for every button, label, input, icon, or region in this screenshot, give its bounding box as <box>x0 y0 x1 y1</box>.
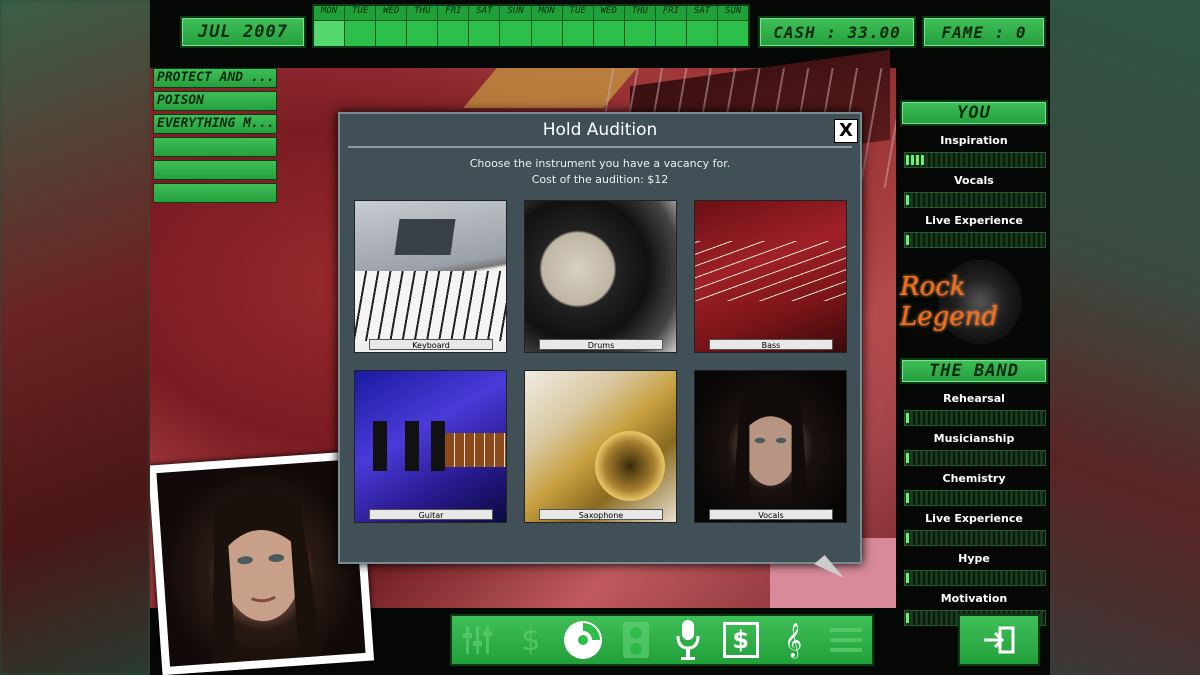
song-slot[interactable]: POISON <box>153 91 277 111</box>
instrument-grid: Keyboard Drums Bass Guitar Saxophone Voc… <box>354 200 847 523</box>
stat-label: Vocals <box>954 174 994 187</box>
instrument-drums[interactable]: Drums <box>524 200 677 353</box>
money-icon[interactable]: $ <box>508 618 554 662</box>
instruction-text: Choose the instrument you have a vacancy… <box>469 157 731 170</box>
week-calendar: MON TUE WED THU FRI SAT SUN MON TUE WED … <box>312 4 750 48</box>
stat-label: Live Experience <box>925 512 1023 525</box>
rock-legend-logo: Rock Legend <box>900 254 1048 350</box>
you-header: YOU <box>900 100 1048 126</box>
game-screen: JUL 2007 MON TUE WED THU FRI SAT SUN MON… <box>150 0 1050 675</box>
list-icon[interactable] <box>823 618 869 662</box>
stat-label: Live Experience <box>925 214 1023 227</box>
stat-label: Rehearsal <box>943 392 1005 405</box>
band-header: THE BAND <box>900 358 1048 384</box>
calendar-day[interactable]: THU <box>407 6 439 46</box>
exit-icon <box>984 626 1015 654</box>
stat-meter <box>904 570 1046 586</box>
song-list: PROTECT AND ... POISON EVERYTHING M... <box>153 68 277 206</box>
speaker-icon[interactable] <box>613 618 659 662</box>
stat-meter-fill <box>906 155 924 165</box>
divider <box>348 146 852 148</box>
song-slot[interactable]: PROTECT AND ... <box>153 68 277 88</box>
treble-clef-icon[interactable]: 𝄞 <box>770 618 816 662</box>
calendar-day[interactable]: MON <box>531 6 563 46</box>
instrument-saxophone[interactable]: Saxophone <box>524 370 677 523</box>
song-slot[interactable] <box>153 183 277 203</box>
song-slot[interactable] <box>153 137 277 157</box>
stat-meter-fill <box>906 573 909 583</box>
instrument-label: Vocals <box>709 509 833 520</box>
stat-meter-fill <box>906 613 909 623</box>
stat-meter <box>904 232 1046 248</box>
cd-icon[interactable] <box>560 618 606 662</box>
dialog-instructions: Choose the instrument you have a vacancy… <box>340 156 860 188</box>
instrument-label: Guitar <box>369 509 493 520</box>
calendar-day[interactable]: THU <box>624 6 656 46</box>
instrument-label: Bass <box>709 339 833 350</box>
right-panel: YOU Inspiration Vocals Live Experience Roc… <box>900 100 1048 632</box>
cash-register-icon[interactable]: $ <box>718 618 764 662</box>
calendar-day[interactable]: MON <box>314 6 346 46</box>
stat-meter-fill <box>906 235 909 245</box>
calendar-day[interactable]: FRI <box>438 6 470 46</box>
stat-meter-fill <box>906 413 909 423</box>
stat-label: Chemistry <box>942 472 1006 485</box>
calendar-day[interactable]: SUN <box>500 6 532 46</box>
song-slot[interactable]: EVERYTHING M... <box>153 114 277 134</box>
background-blur-right <box>1050 0 1200 675</box>
stat-meter-fill <box>906 453 909 463</box>
instrument-label: Drums <box>539 339 663 350</box>
instrument-vocals[interactable]: Vocals <box>694 370 847 523</box>
player-photo <box>156 459 366 667</box>
instrument-guitar[interactable]: Guitar <box>354 370 507 523</box>
song-slot[interactable] <box>153 160 277 180</box>
hold-audition-dialog: Hold Audition X Choose the instrument yo… <box>338 112 862 564</box>
background-blur-left <box>0 0 150 675</box>
calendar-day[interactable]: TUE <box>562 6 594 46</box>
stat-label: Motivation <box>940 592 1008 605</box>
calendar-day[interactable]: FRI <box>655 6 687 46</box>
stat-label: Inspiration <box>940 134 1008 147</box>
calendar-day[interactable]: WED <box>376 6 408 46</box>
stat-label: Hype <box>958 552 990 565</box>
calendar-day[interactable]: WED <box>593 6 625 46</box>
instrument-bass[interactable]: Bass <box>694 200 847 353</box>
stat-meter <box>904 530 1046 546</box>
stat-meter-fill <box>906 493 909 503</box>
microphone-icon[interactable] <box>665 618 711 662</box>
stat-meter <box>904 192 1046 208</box>
stat-meter <box>904 410 1046 426</box>
close-button[interactable]: X <box>834 119 858 143</box>
audition-cost-text: Cost of the audition: $12 <box>531 173 669 186</box>
main-toolbar: $ $ 𝄞 <box>450 614 874 666</box>
fame-display: FAME : 0 <box>922 16 1046 48</box>
mixer-icon[interactable] <box>455 618 501 662</box>
stat-label: Musicianship <box>933 432 1015 445</box>
calendar-day[interactable]: SAT <box>686 6 719 46</box>
instrument-keyboard[interactable]: Keyboard <box>354 200 507 353</box>
instrument-label: Keyboard <box>369 339 493 350</box>
calendar-day[interactable]: TUE <box>345 6 377 46</box>
dialog-title: Hold Audition <box>542 120 658 140</box>
stat-meter <box>904 152 1046 168</box>
register-symbol: $ <box>722 622 759 658</box>
stat-meter <box>904 490 1046 506</box>
date-display: JUL 2007 <box>180 16 306 48</box>
logo-text: Rock Legend <box>900 272 999 332</box>
stat-meter-fill <box>906 195 909 205</box>
stat-meter-fill <box>906 533 909 543</box>
calendar-day[interactable]: SUN <box>718 6 749 46</box>
exit-button[interactable] <box>958 614 1040 666</box>
stat-meter <box>904 450 1046 466</box>
instrument-label: Saxophone <box>539 509 663 520</box>
cash-display: CASH : 33.00 <box>758 16 916 48</box>
calendar-day[interactable]: SAT <box>469 6 501 46</box>
